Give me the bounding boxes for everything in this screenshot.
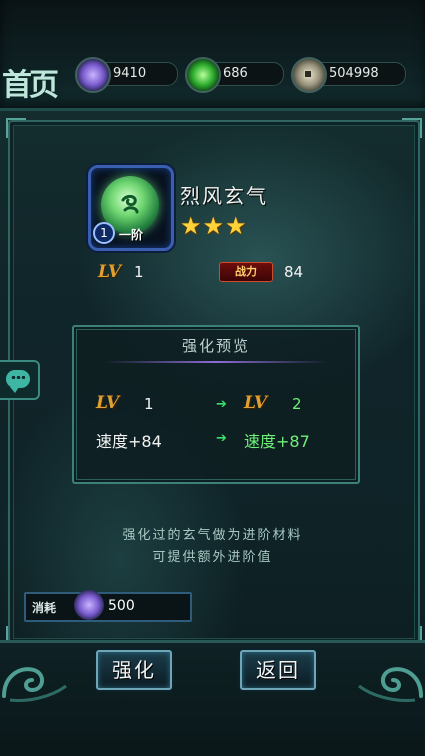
game-screen: 首页 9410 686 504998 1 一阶 烈风玄气 ★★★ LV 1 战力… [0,0,425,756]
star-icon: ★ [202,212,225,240]
chat-bubble-icon [6,370,30,393]
jade-icon [185,57,221,93]
cost-bar: 消耗 500 [24,590,192,622]
cloud-ornament-icon [358,667,423,702]
enhance-preview-panel: 强化预览 LV 1 ➔ LV 2 速度+84 ➔ 速度+87 [72,325,360,484]
star-icon: ★ [180,212,202,240]
chat-button[interactable] [0,360,40,400]
cost-value: 500 [108,598,135,614]
next-lv-value: 2 [292,395,302,413]
star-icon: ★ [225,212,247,240]
star-rating: ★★★ [180,212,248,240]
crystal-icon [75,57,111,93]
chat-dots-icon [11,376,25,379]
item-stage-label: 一阶 [119,228,144,242]
jade-value: 686 [223,66,248,81]
current-speed: 速度+84 [96,432,162,451]
next-speed: 速度+87 [244,432,310,451]
lv-label: LV [98,262,122,282]
top-resource-bar: 首页 9410 686 504998 [0,0,425,111]
gem-counter: 9410 [75,57,178,93]
cloud-ornament-icon [2,667,67,702]
swirl-icon [121,194,139,214]
frame-corner [6,118,26,138]
title-divider [104,361,328,363]
item-icon-frame[interactable]: 1 一阶 [88,165,174,251]
home-button[interactable]: 首页 [2,60,60,104]
crystal-icon [74,590,104,620]
coin-counter: 504998 [291,57,406,93]
preview-title: 强化预览 [181,337,250,355]
coin-value: 504998 [329,66,379,81]
back-button[interactable]: 返回 [240,650,316,690]
enhance-button[interactable]: 强化 [96,650,172,690]
frame-corner [402,118,422,138]
arrow-right-icon: ➔ [216,431,227,446]
item-name: 烈风玄气 [180,184,268,208]
power-badge: 战力 [219,262,273,282]
current-lv-label: LV [96,393,120,413]
cost-label: 消耗 [32,601,57,615]
hint-line-1: 强化过的玄气做为进阶材料 [122,528,303,543]
lv-value: 1 [134,263,144,281]
power-value: 84 [284,263,304,281]
next-lv-label: LV [244,393,268,413]
coin-icon [291,57,327,93]
item-level-badge: 1 [93,222,115,244]
jade-counter: 686 [185,57,284,93]
hint-line-2: 可提供额外进阶值 [152,550,273,565]
gem-value: 9410 [113,66,147,81]
arrow-right-icon: ➔ [216,397,227,412]
current-lv-value: 1 [144,395,154,413]
